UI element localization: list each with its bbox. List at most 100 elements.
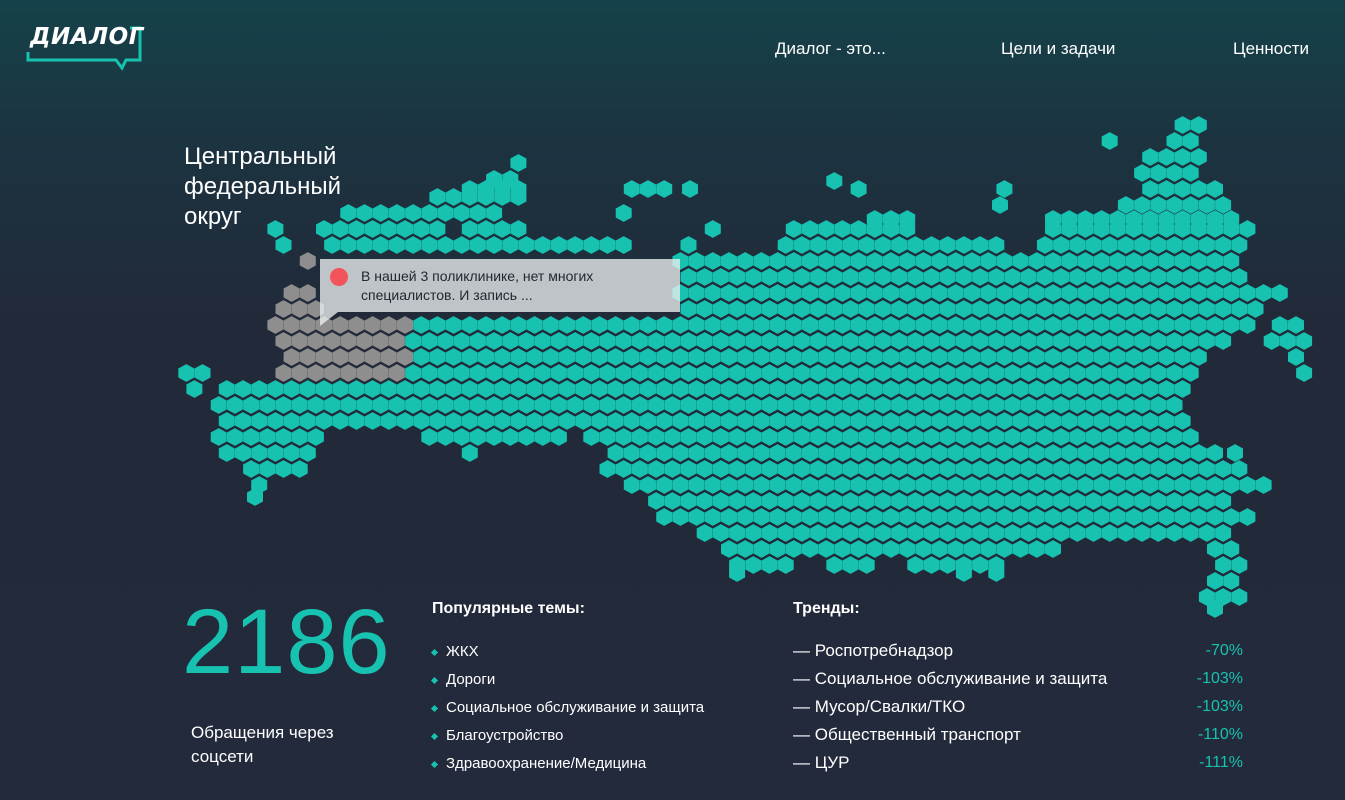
map-hex[interactable] <box>437 332 454 350</box>
map-hex[interactable] <box>939 268 956 286</box>
map-hex-selected[interactable] <box>275 364 292 382</box>
map-hex[interactable] <box>712 364 729 382</box>
map-hex[interactable] <box>1012 284 1029 302</box>
map-hex[interactable] <box>405 396 422 414</box>
map-hex[interactable] <box>283 380 300 398</box>
map-hex[interactable] <box>1053 396 1070 414</box>
map-hex[interactable] <box>883 444 899 462</box>
map-hex[interactable] <box>1142 508 1159 526</box>
map-hex[interactable] <box>235 444 251 462</box>
map-hex[interactable] <box>688 444 705 462</box>
map-hex[interactable] <box>1247 300 1264 318</box>
map-hex[interactable] <box>721 476 737 494</box>
map-hex[interactable] <box>777 364 794 382</box>
map-hex[interactable] <box>1061 508 1078 526</box>
map-hex[interactable] <box>899 412 916 430</box>
map-hex[interactable] <box>883 348 899 366</box>
map-hex[interactable] <box>1093 284 1110 302</box>
map-hex[interactable] <box>939 460 956 478</box>
map-hex[interactable] <box>1061 316 1078 334</box>
map-hex[interactable] <box>1117 236 1134 254</box>
map-hex[interactable] <box>769 348 786 366</box>
map-hex[interactable] <box>964 412 980 430</box>
map-hex[interactable] <box>931 412 948 430</box>
map-hex[interactable] <box>810 492 827 510</box>
map-hex[interactable] <box>461 316 478 334</box>
map-hex[interactable] <box>1109 316 1126 334</box>
map-hex[interactable] <box>235 412 251 430</box>
map-hex[interactable] <box>1158 148 1175 166</box>
map-hex[interactable] <box>1045 444 1061 462</box>
map-hex-selected[interactable] <box>283 316 300 334</box>
map-hex[interactable] <box>1134 196 1151 214</box>
map-hex[interactable] <box>526 348 543 366</box>
map-hex[interactable] <box>502 236 519 254</box>
map-hex[interactable] <box>785 284 802 302</box>
map-hex[interactable] <box>1020 492 1037 510</box>
map-hex[interactable] <box>931 348 948 366</box>
map-hex[interactable] <box>210 428 227 446</box>
map-hex[interactable] <box>291 428 308 446</box>
map-hex[interactable] <box>518 332 535 350</box>
map-hex[interactable] <box>445 380 462 398</box>
map-hex[interactable] <box>996 252 1013 270</box>
map-hex[interactable] <box>915 476 932 494</box>
map-hex[interactable] <box>478 316 494 334</box>
map-hex[interactable] <box>494 380 511 398</box>
map-hex[interactable] <box>1198 460 1215 478</box>
map-hex-selected[interactable] <box>299 284 316 302</box>
map-hex[interactable] <box>899 252 916 270</box>
map-hex[interactable] <box>672 508 689 526</box>
map-hex[interactable] <box>883 540 899 558</box>
map-hex[interactable] <box>1271 316 1288 334</box>
map-hex[interactable] <box>858 396 875 414</box>
map-hex[interactable] <box>259 428 276 446</box>
map-hex[interactable] <box>526 412 543 430</box>
map-hex[interactable] <box>453 364 470 382</box>
map-hex[interactable] <box>469 428 486 446</box>
map-hex-selected[interactable] <box>324 364 341 382</box>
map-hex[interactable] <box>810 300 827 318</box>
map-hex[interactable] <box>1134 460 1151 478</box>
map-hex[interactable] <box>874 236 891 254</box>
map-hex[interactable] <box>785 412 802 430</box>
map-hex[interactable] <box>445 188 462 206</box>
map-hex[interactable] <box>1004 332 1021 350</box>
map-hex[interactable] <box>1174 252 1191 270</box>
map-hex[interactable] <box>737 348 754 366</box>
map-hex[interactable] <box>1158 252 1175 270</box>
map-hex-selected[interactable] <box>299 348 316 366</box>
map-hex-selected[interactable] <box>340 364 357 382</box>
map-hex[interactable] <box>761 556 778 574</box>
map-hex[interactable] <box>1166 164 1183 182</box>
map-hex[interactable] <box>656 476 673 494</box>
map-hex[interactable] <box>785 316 802 334</box>
map-hex[interactable] <box>1028 476 1045 494</box>
map-hex[interactable] <box>1182 164 1199 182</box>
map-hex[interactable] <box>923 556 940 574</box>
map-hex[interactable] <box>1239 316 1256 334</box>
map-hex[interactable] <box>591 316 608 334</box>
map-hex[interactable] <box>291 396 308 414</box>
map-hex[interactable] <box>874 524 891 542</box>
map-hex[interactable] <box>777 460 794 478</box>
map-hex[interactable] <box>696 428 713 446</box>
map-hex[interactable] <box>615 236 632 254</box>
map-hex[interactable] <box>388 204 405 222</box>
map-hex[interactable] <box>988 492 1005 510</box>
map-hex[interactable] <box>972 364 989 382</box>
map-hex[interactable] <box>461 380 478 398</box>
map-hex[interactable] <box>988 428 1005 446</box>
map-hex[interactable] <box>1142 148 1159 166</box>
map-hex[interactable] <box>1142 284 1159 302</box>
map-hex[interactable] <box>721 540 737 558</box>
map-hex[interactable] <box>1150 364 1167 382</box>
map-hex[interactable] <box>1061 380 1078 398</box>
map-hex[interactable] <box>1069 524 1086 542</box>
map-hex[interactable] <box>599 332 616 350</box>
map-hex[interactable] <box>534 236 551 254</box>
map-hex[interactable] <box>972 332 989 350</box>
map-hex[interactable] <box>1166 268 1183 286</box>
map-hex[interactable] <box>332 412 349 430</box>
map-hex[interactable] <box>664 332 681 350</box>
